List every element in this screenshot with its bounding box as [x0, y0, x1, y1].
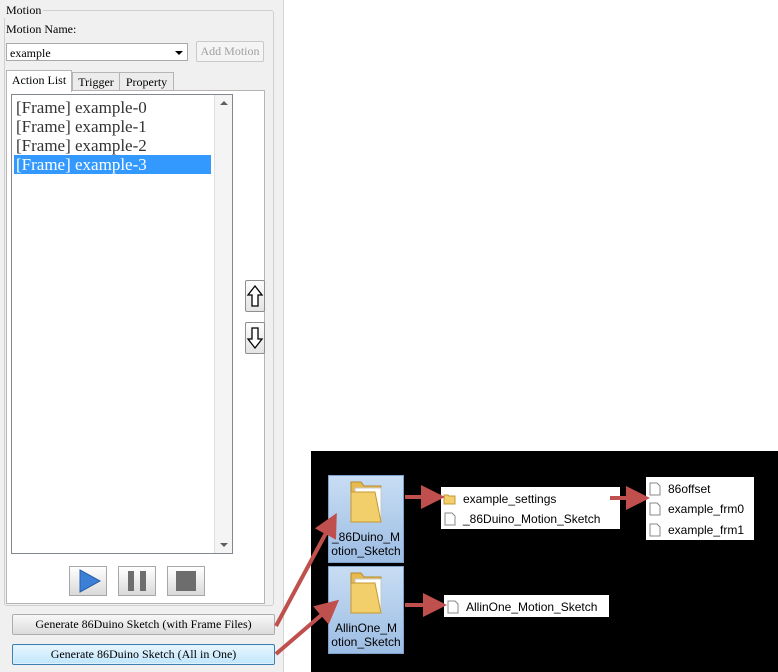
folder-icon — [350, 481, 382, 523]
move-down-button[interactable] — [245, 322, 265, 354]
folder-allinone-motion-sketch[interactable]: AllinOne_M otion_Sketch — [328, 566, 404, 654]
list-item[interactable]: example_frm0 — [648, 499, 744, 517]
settings-contents: 86offset example_frm0 example_frm1 — [646, 477, 754, 540]
list-item[interactable]: [Frame] example-0 — [14, 98, 211, 117]
move-up-button[interactable] — [245, 280, 265, 312]
folder2-contents: AllinOne_Motion_Sketch — [444, 595, 609, 617]
file-icon — [447, 600, 459, 614]
motion-panel: Motion Motion Name: example Add Motion A… — [0, 0, 284, 672]
play-icon — [79, 569, 102, 593]
motion-name-combobox[interactable]: example — [6, 43, 188, 61]
folder-86duino-motion-sketch[interactable]: _86Duino_M otion_Sketch — [328, 475, 404, 563]
list-item[interactable]: [Frame] example-1 — [14, 117, 211, 136]
tab-property[interactable]: Property — [119, 72, 174, 90]
scroll-down-icon[interactable] — [220, 543, 228, 547]
play-button[interactable] — [69, 566, 107, 596]
scroll-up-icon[interactable] — [220, 101, 228, 105]
list-item[interactable]: AllinOne_Motion_Sketch — [446, 597, 597, 615]
list-item-selected[interactable]: [Frame] example-3 — [14, 155, 211, 174]
folder1-contents: example_settings _86Duino_Motion_Sketch — [441, 487, 620, 529]
pause-button[interactable] — [118, 566, 156, 596]
generate-all-in-one-button[interactable]: Generate 86Duino Sketch (All in One) — [12, 644, 275, 665]
file-icon — [649, 482, 661, 496]
action-listbox[interactable]: [Frame] example-0 [Frame] example-1 [Fra… — [11, 94, 233, 554]
list-scrollbar[interactable] — [214, 95, 232, 553]
file-icon — [649, 523, 661, 537]
tab-action-list[interactable]: Action List — [6, 70, 72, 92]
tab-trigger[interactable]: Trigger — [72, 72, 120, 90]
chevron-down-icon[interactable] — [175, 51, 183, 55]
motion-name-value: example — [10, 46, 51, 60]
folder-label: _86Duino_M otion_Sketch — [331, 530, 401, 558]
add-motion-label: Add Motion — [200, 44, 260, 58]
stop-button[interactable] — [167, 566, 205, 596]
motion-name-label: Motion Name: — [6, 22, 77, 36]
arrow-down-icon — [246, 327, 264, 350]
folder-icon — [443, 494, 456, 505]
motion-group-title: Motion — [4, 3, 44, 18]
arrow-up-icon — [246, 284, 264, 307]
generate-frame-files-button[interactable]: Generate 86Duino Sketch (with Frame File… — [12, 614, 275, 635]
file-icon — [444, 512, 456, 526]
file-icon — [649, 502, 661, 516]
list-item[interactable]: 86offset — [648, 479, 710, 497]
folder-label: AllinOne_M otion_Sketch — [331, 621, 401, 649]
list-item[interactable]: example_settings — [443, 489, 556, 507]
list-item[interactable]: example_frm1 — [648, 520, 744, 538]
add-motion-button[interactable]: Add Motion — [196, 41, 264, 62]
list-item[interactable]: [Frame] example-2 — [14, 136, 211, 155]
folder-icon — [350, 572, 382, 614]
pause-icon — [128, 571, 146, 591]
list-item[interactable]: _86Duino_Motion_Sketch — [443, 509, 600, 527]
stop-icon — [176, 571, 196, 591]
